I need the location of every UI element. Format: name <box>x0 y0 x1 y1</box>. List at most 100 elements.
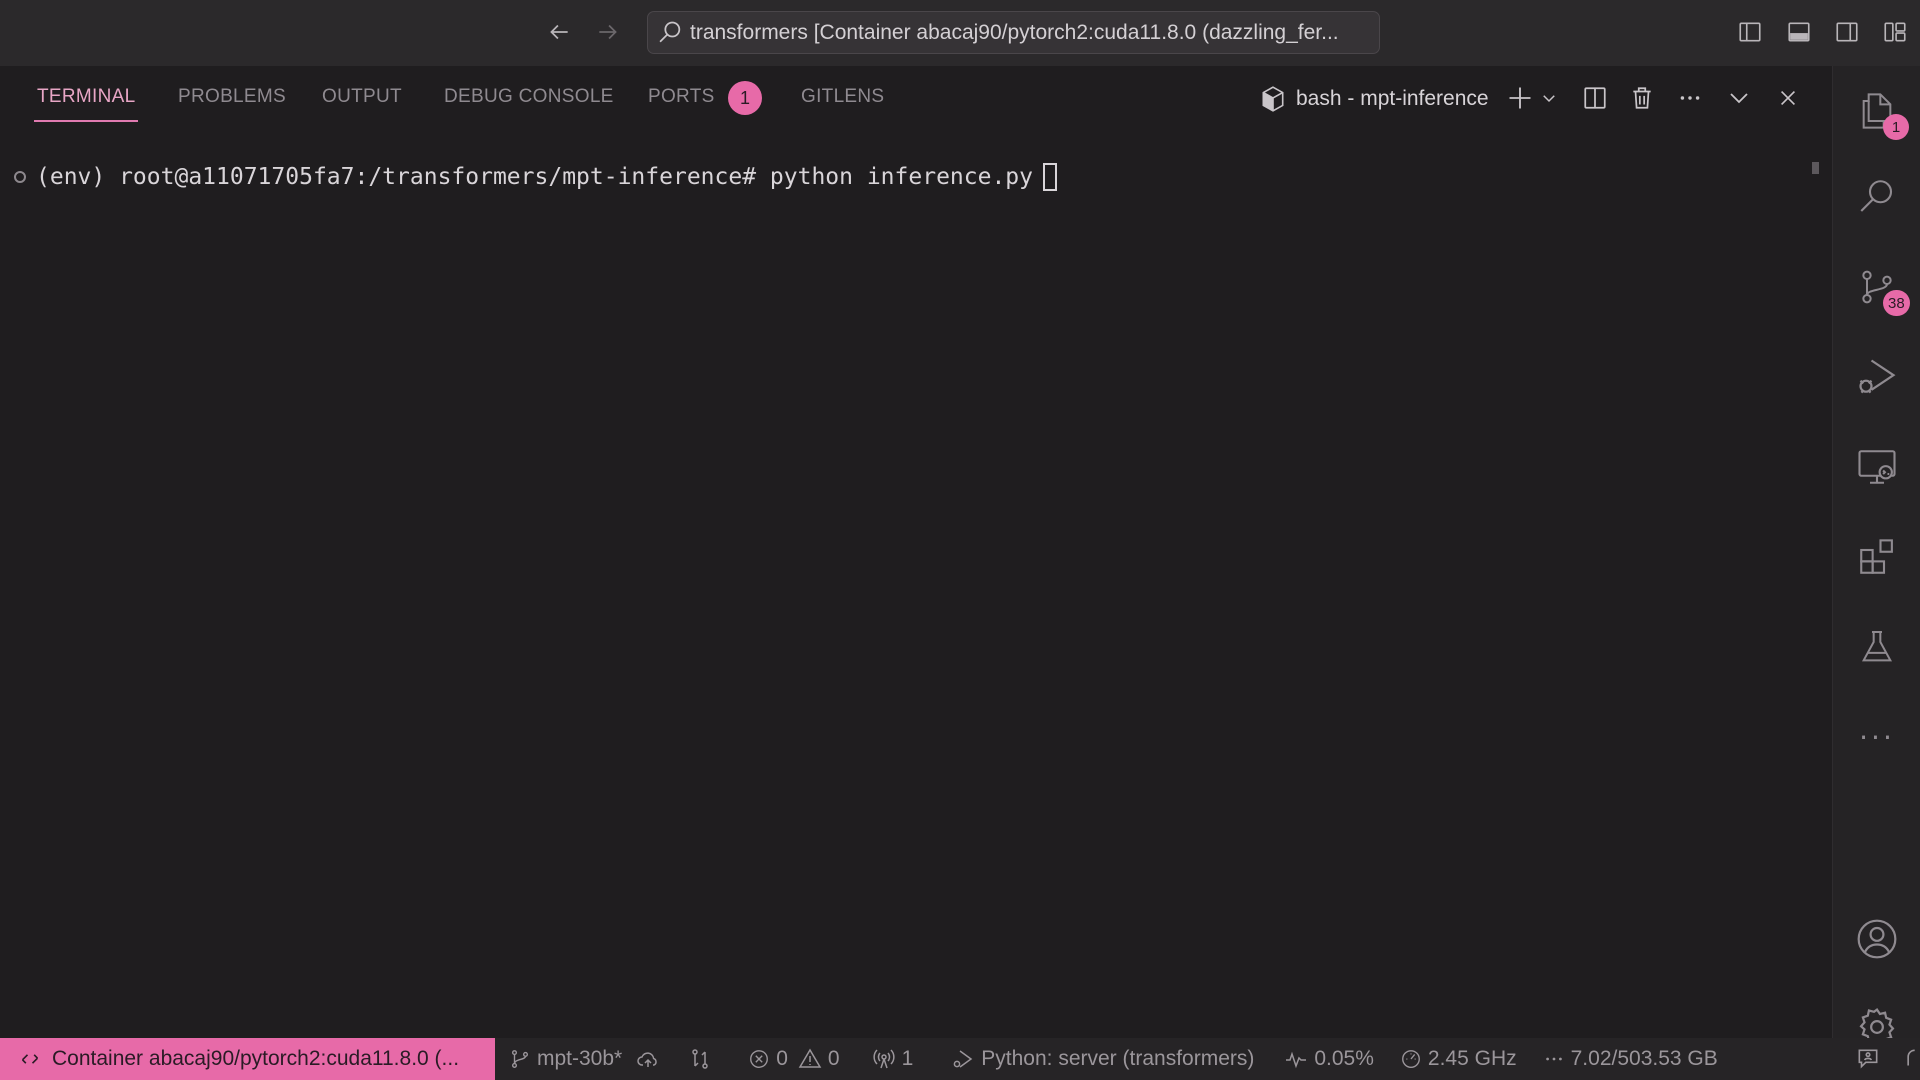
cpu-usage: 0.05% <box>1314 1047 1374 1070</box>
dashboard-icon <box>1401 1050 1420 1068</box>
python-debug-icon <box>953 1050 973 1068</box>
panel-bottom-icon <box>1788 22 1810 42</box>
terminal-view[interactable]: (env) root@a11071705fa7:/transformers/mp… <box>0 132 1832 1038</box>
remote-icon <box>21 1054 39 1064</box>
split-terminal-button[interactable] <box>1577 80 1613 116</box>
toggle-primary-sidebar-button[interactable] <box>1733 15 1767 49</box>
ports-count: 1 <box>901 1047 914 1070</box>
tab-output[interactable]: OUTPUT <box>322 86 402 124</box>
terminal-prompt: (env) root@a11071705fa7:/transformers/mp… <box>36 164 770 190</box>
split-icon <box>1584 87 1606 109</box>
status-notifications[interactable] <box>1905 1038 1920 1080</box>
layout-icon <box>1884 22 1906 42</box>
tab-gitlens[interactable]: GITLENS <box>801 86 884 124</box>
activity-run-debug[interactable] <box>1833 342 1920 412</box>
tab-debug-console[interactable]: DEBUG CONSOLE <box>444 86 614 124</box>
status-feedback[interactable] <box>1855 1038 1887 1080</box>
activity-search[interactable] <box>1833 162 1920 232</box>
ellipsis-icon: ··· <box>1859 720 1895 754</box>
terminal-command: python inference.py <box>769 164 1034 190</box>
customize-layout-button[interactable] <box>1878 15 1912 49</box>
command-center-text: transformers [Container abacaj90/pytorch… <box>690 20 1339 44</box>
cloud-upload-icon <box>637 1052 657 1067</box>
arrow-right-icon <box>599 24 617 40</box>
activity-explorer[interactable]: 1 <box>1833 76 1920 146</box>
memory-usage: 7.02/503.53 GB <box>1570 1047 1718 1070</box>
warning-count: 0 <box>827 1047 840 1070</box>
branch-label: mpt-30b* <box>537 1047 623 1070</box>
status-publish[interactable] <box>636 1038 666 1080</box>
chevron-down-icon <box>1730 93 1748 104</box>
tab-problems[interactable]: PROBLEMS <box>178 86 286 124</box>
cube-icon <box>1262 86 1284 112</box>
maximize-panel-button[interactable] <box>1721 80 1757 116</box>
command-center[interactable]: transformers [Container abacaj90/pytorch… <box>647 11 1380 54</box>
close-icon <box>1780 90 1796 106</box>
activity-bar: 1 38 ··· <box>1832 66 1920 1046</box>
activity-more[interactable]: ··· <box>1833 702 1920 772</box>
forward-button[interactable] <box>590 14 626 50</box>
scm-badge: 38 <box>1883 290 1910 316</box>
ports-badge: 1 <box>728 81 762 115</box>
status-cpu-freq[interactable]: 2.45 GHz <box>1400 1038 1517 1080</box>
more-actions-button[interactable] <box>1672 80 1708 116</box>
remote-indicator[interactable]: Container abacaj90/pytorch2:cuda11.8.0 (… <box>0 1038 495 1080</box>
back-button[interactable] <box>541 14 577 50</box>
cpu-frequency: 2.45 GHz <box>1427 1047 1517 1070</box>
bell-icon <box>1907 1049 1915 1066</box>
error-icon <box>750 1050 769 1068</box>
search-icon <box>659 21 681 42</box>
run-debug-icon <box>1859 359 1896 394</box>
remote-label: Container abacaj90/pytorch2:cuda11.8.0 (… <box>52 1047 460 1070</box>
ellipsis-icon <box>1545 1057 1562 1061</box>
activity-remote-explorer[interactable] <box>1833 432 1920 502</box>
kill-terminal-button[interactable] <box>1624 80 1660 116</box>
search-icon <box>1860 180 1893 212</box>
account-icon <box>1857 919 1897 959</box>
terminal-selector[interactable]: bash - mpt-inference <box>1260 82 1489 116</box>
tab-ports[interactable]: PORTS <box>648 86 715 124</box>
flask-icon <box>1861 631 1893 662</box>
terminal-cursor <box>1043 163 1058 191</box>
activity-extensions[interactable] <box>1833 522 1920 592</box>
status-python-interpreter[interactable]: Python: server (transformers) <box>951 1038 1254 1080</box>
sidebar-right-icon <box>1836 22 1858 42</box>
error-count: 0 <box>776 1047 788 1070</box>
pulse-icon <box>1286 1051 1307 1069</box>
plus-icon <box>1509 87 1531 109</box>
chevron-down-icon <box>1543 95 1555 103</box>
feedback-icon <box>1858 1049 1878 1069</box>
extensions-icon <box>1860 539 1893 574</box>
status-memory[interactable]: 7.02/503.53 GB <box>1543 1038 1718 1080</box>
arrow-left-icon <box>550 24 568 40</box>
activity-accounts[interactable] <box>1833 904 1920 974</box>
remote-explorer-icon <box>1858 450 1896 484</box>
panel-header: TERMINAL PROBLEMS OUTPUT DEBUG CONSOLE P… <box>0 66 1832 132</box>
status-branch[interactable]: mpt-30b* <box>509 1038 622 1080</box>
warning-icon <box>798 1048 822 1068</box>
title-bar: transformers [Container abacaj90/pytorch… <box>0 0 1920 66</box>
toggle-secondary-sidebar-button[interactable] <box>1830 15 1864 49</box>
scrollbar-thumb[interactable] <box>1812 162 1819 174</box>
status-cpu[interactable]: 0.05% <box>1284 1038 1374 1080</box>
command-decoration-icon <box>14 171 26 183</box>
status-ports[interactable]: 1 <box>872 1038 914 1080</box>
activity-testing[interactable] <box>1833 612 1920 682</box>
toggle-panel-button[interactable] <box>1782 15 1816 49</box>
trash-icon <box>1633 87 1651 109</box>
terminal-line: (env) root@a11071705fa7:/transformers/mp… <box>14 162 1058 192</box>
git-branch-icon <box>511 1050 529 1068</box>
terminal-name: bash - mpt-inference <box>1296 87 1489 110</box>
status-problems[interactable]: 0 0 <box>748 1038 840 1080</box>
terminal-profile-dropdown[interactable] <box>1534 80 1564 116</box>
status-bar: Container abacaj90/pytorch2:cuda11.8.0 (… <box>0 1038 1920 1080</box>
new-terminal-button[interactable] <box>1502 80 1538 116</box>
status-graph[interactable] <box>688 1038 718 1080</box>
python-label: Python: server (transformers) <box>981 1047 1255 1070</box>
broadcast-icon <box>872 1049 895 1069</box>
tab-terminal[interactable]: TERMINAL <box>33 86 139 124</box>
explorer-badge: 1 <box>1883 114 1909 140</box>
activity-source-control[interactable]: 38 <box>1833 252 1920 322</box>
close-panel-button[interactable] <box>1770 80 1806 116</box>
git-compare-icon <box>692 1049 708 1069</box>
